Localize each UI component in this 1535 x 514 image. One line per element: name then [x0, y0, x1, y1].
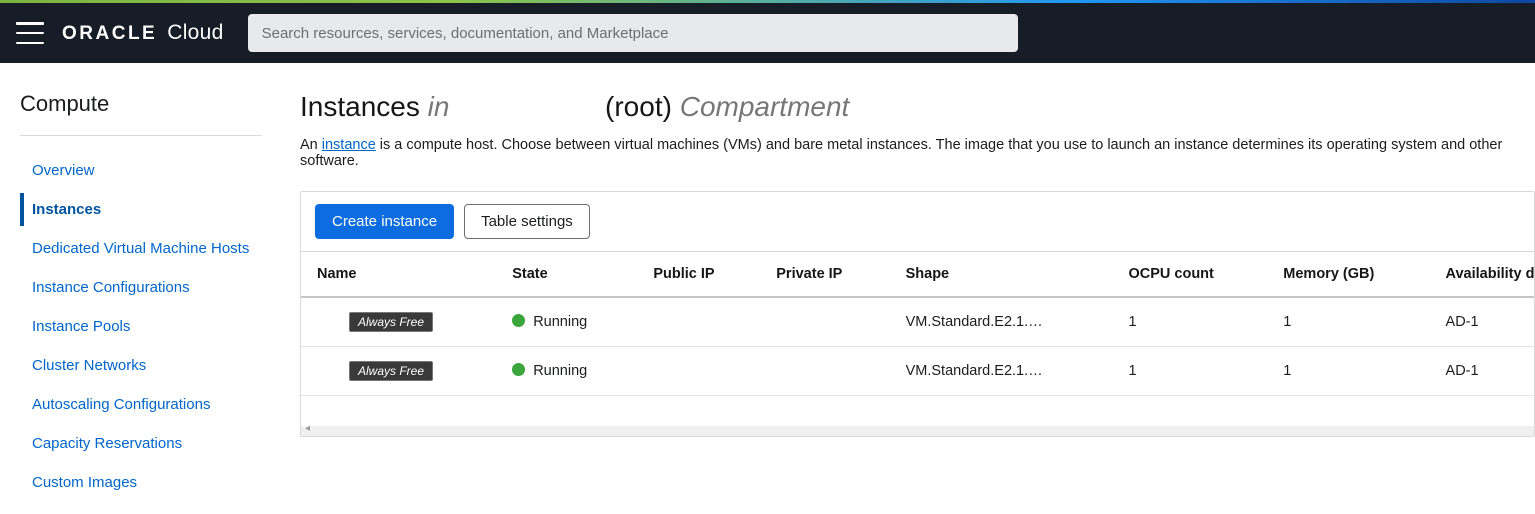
cell-shape: VM.Standard.E2.1.…: [890, 297, 1113, 347]
sidebar-item-instance-configurations[interactable]: Instance Configurations: [20, 271, 280, 304]
title-root: (root): [605, 91, 672, 122]
page-description: An instance is a compute host. Choose be…: [300, 137, 1535, 169]
col-ad[interactable]: Availability domain: [1430, 252, 1534, 297]
menu-icon[interactable]: [16, 22, 44, 44]
state-text: Running: [533, 314, 587, 330]
title-in: in: [428, 91, 450, 122]
sidebar-title: Compute: [20, 91, 262, 136]
cell-memory: 1: [1267, 297, 1429, 347]
desc-prefix: An: [300, 137, 322, 153]
table-scrollbar-footer[interactable]: [301, 426, 1534, 436]
always-free-badge: Always Free: [349, 312, 433, 332]
table-settings-button[interactable]: Table settings: [464, 204, 590, 239]
table-header-row: Name State Public IP Private IP Shape OC…: [301, 252, 1534, 297]
col-public-ip[interactable]: Public IP: [637, 252, 760, 297]
top-header: ORACLE Cloud: [0, 3, 1535, 63]
col-memory[interactable]: Memory (GB): [1267, 252, 1429, 297]
table-row[interactable]: Always Free Running VM.Standard.E2.1.… 1…: [301, 297, 1534, 347]
col-name[interactable]: Name: [301, 252, 496, 297]
cell-public-ip: [637, 297, 760, 347]
title-compartment-word: Compartment: [680, 91, 850, 122]
sidebar: Compute Overview Instances Dedicated Vir…: [0, 63, 280, 505]
instances-table: Name State Public IP Private IP Shape OC…: [301, 252, 1534, 426]
table-spacer-row: [301, 396, 1534, 426]
sidebar-item-cluster-networks[interactable]: Cluster Networks: [20, 349, 280, 382]
cell-state: Running: [496, 297, 637, 347]
cell-name: Always Free: [301, 347, 496, 396]
cell-memory: 1: [1267, 347, 1429, 396]
always-free-badge: Always Free: [349, 361, 433, 381]
sidebar-item-autoscaling[interactable]: Autoscaling Configurations: [20, 388, 280, 421]
cell-ad: AD-1: [1430, 347, 1534, 396]
sidebar-nav: Overview Instances Dedicated Virtual Mac…: [20, 154, 280, 499]
status-running-icon: [512, 363, 525, 376]
instances-panel: Create instance Table settings Name Stat…: [300, 191, 1535, 437]
cell-public-ip: [637, 347, 760, 396]
col-private-ip[interactable]: Private IP: [760, 252, 889, 297]
col-shape[interactable]: Shape: [890, 252, 1113, 297]
state-text: Running: [533, 363, 587, 379]
cell-ocpu: 1: [1112, 297, 1267, 347]
cell-shape: VM.Standard.E2.1.…: [890, 347, 1113, 396]
cell-state: Running: [496, 347, 637, 396]
title-main: Instances: [300, 91, 420, 122]
main-content: Instances in (root) Compartment An insta…: [280, 63, 1535, 505]
table-scroll[interactable]: Name State Public IP Private IP Shape OC…: [301, 251, 1534, 426]
desc-suffix: is a compute host. Choose between virtua…: [300, 137, 1502, 169]
cell-private-ip: [760, 297, 889, 347]
sidebar-item-instance-pools[interactable]: Instance Pools: [20, 310, 280, 343]
brand-oracle-text: ORACLE: [62, 23, 157, 45]
cell-ad: AD-1: [1430, 297, 1534, 347]
brand-cloud-text: Cloud: [167, 21, 223, 45]
create-instance-button[interactable]: Create instance: [315, 204, 454, 239]
search-input[interactable]: [248, 14, 1018, 52]
cell-ocpu: 1: [1112, 347, 1267, 396]
sidebar-item-overview[interactable]: Overview: [20, 154, 280, 187]
brand-logo[interactable]: ORACLE Cloud: [62, 21, 224, 45]
cell-private-ip: [760, 347, 889, 396]
search-wrap: [248, 14, 1018, 52]
sidebar-item-custom-images[interactable]: Custom Images: [20, 466, 280, 499]
col-state[interactable]: State: [496, 252, 637, 297]
sidebar-item-instances[interactable]: Instances: [20, 193, 280, 226]
table-row[interactable]: Always Free Running VM.Standard.E2.1.… 1…: [301, 347, 1534, 396]
instance-link[interactable]: instance: [322, 137, 376, 153]
toolbar: Create instance Table settings: [301, 192, 1534, 251]
title-compartment-name: [457, 91, 597, 122]
main-layout: Compute Overview Instances Dedicated Vir…: [0, 63, 1535, 505]
col-ocpu[interactable]: OCPU count: [1112, 252, 1267, 297]
sidebar-item-capacity-reservations[interactable]: Capacity Reservations: [20, 427, 280, 460]
page-title: Instances in (root) Compartment: [300, 91, 1535, 123]
status-running-icon: [512, 314, 525, 327]
sidebar-item-dedicated-hosts[interactable]: Dedicated Virtual Machine Hosts: [20, 232, 280, 265]
cell-name: Always Free: [301, 297, 496, 347]
